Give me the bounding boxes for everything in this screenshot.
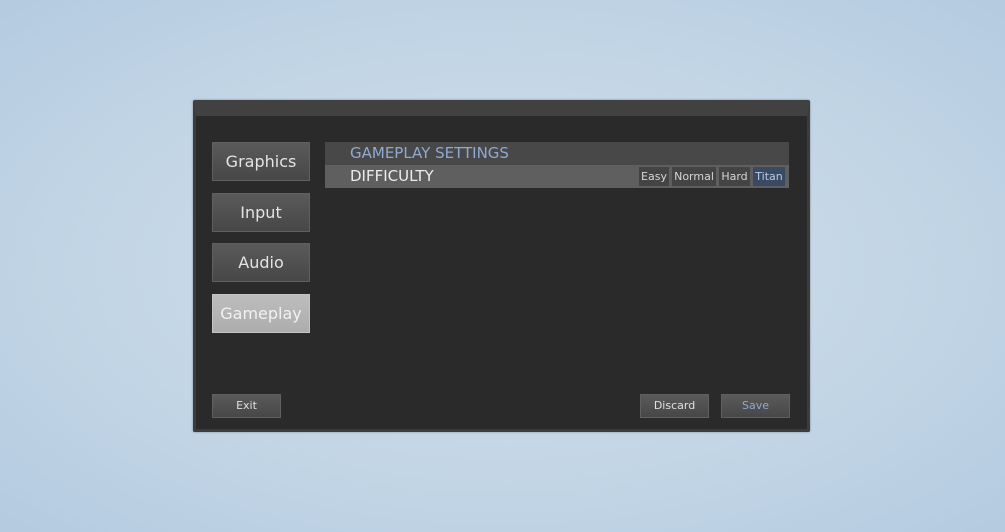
nav-input-button[interactable]: Input [212, 193, 310, 232]
nav-graphics-button[interactable]: Graphics [212, 142, 310, 181]
difficulty-options: Easy Normal Hard Titan [639, 167, 785, 186]
difficulty-option-hard[interactable]: Hard [719, 167, 750, 186]
panel-title: GAMEPLAY SETTINGS [325, 142, 789, 165]
save-button[interactable]: Save [721, 394, 790, 418]
nav-audio-button[interactable]: Audio [212, 243, 310, 282]
difficulty-label: DIFFICULTY [350, 167, 434, 185]
nav-gameplay-button[interactable]: Gameplay [212, 294, 310, 333]
discard-button[interactable]: Discard [640, 394, 709, 418]
difficulty-option-easy[interactable]: Easy [639, 167, 669, 186]
difficulty-setting-row: DIFFICULTY Easy Normal Hard Titan [325, 165, 789, 188]
difficulty-option-titan[interactable]: Titan [753, 167, 785, 186]
settings-window: Graphics Input Audio Gameplay GAMEPLAY S… [193, 100, 810, 432]
exit-button[interactable]: Exit [212, 394, 281, 418]
difficulty-option-normal[interactable]: Normal [672, 167, 716, 186]
